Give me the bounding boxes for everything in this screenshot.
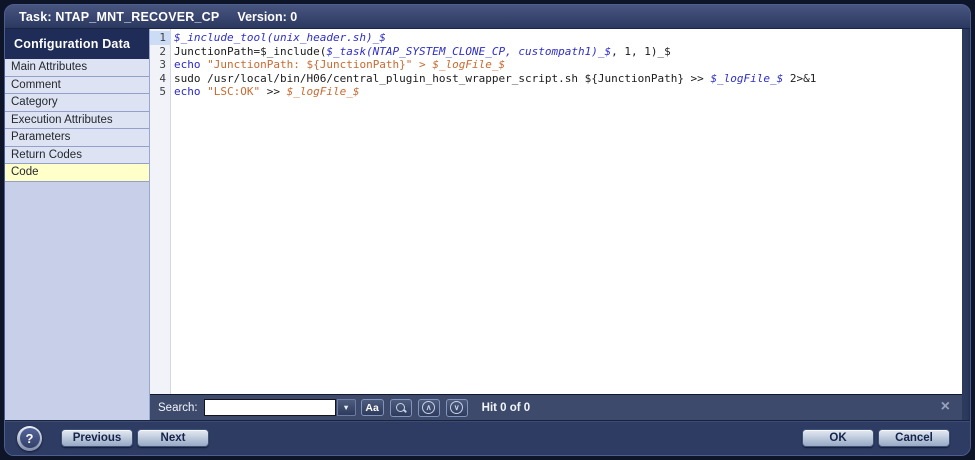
configuration-sidebar: Configuration Data Main Attributes Commen… bbox=[5, 29, 150, 420]
line-number: 1 bbox=[150, 31, 171, 45]
sidebar-menu: Main Attributes Comment Category Execution … bbox=[5, 59, 149, 182]
find-next-button[interactable]: ∨ bbox=[445, 398, 468, 417]
chevron-down-icon: ▼ bbox=[342, 403, 350, 412]
ok-button[interactable]: OK bbox=[802, 429, 874, 447]
previous-button[interactable]: Previous bbox=[61, 429, 133, 447]
hit-count-label: Hit 0 of 0 bbox=[481, 401, 531, 414]
cancel-button[interactable]: Cancel bbox=[878, 429, 950, 447]
sidebar-item-return-codes[interactable]: Return Codes bbox=[5, 146, 149, 164]
task-editor-window: Task: NTAP_MNT_RECOVER_CP Version: 0 Con… bbox=[4, 4, 971, 456]
code-editor[interactable]: 1 $_include_tool(unix_header.sh)_$ 2 Juncti… bbox=[150, 29, 962, 394]
code-line[interactable]: 3 echo "JunctionPath: ${JunctionPath}" > … bbox=[150, 58, 962, 72]
line-number: 3 bbox=[159, 58, 166, 71]
line-number: 4 bbox=[159, 71, 166, 85]
window-title: Task: NTAP_MNT_RECOVER_CP bbox=[19, 9, 220, 24]
help-button[interactable]: ? bbox=[17, 425, 42, 451]
search-label: Search: bbox=[158, 401, 198, 414]
search-input[interactable] bbox=[203, 399, 336, 416]
arrow-up-circle-icon: ∧ bbox=[422, 401, 436, 414]
code-line[interactable]: 2 JunctionPath=$_include($_task(NTAP_SYST… bbox=[150, 45, 962, 59]
sidebar-item-category[interactable]: Category bbox=[5, 94, 149, 112]
sidebar-item-execution-attributes[interactable]: Execution Attributes bbox=[5, 111, 149, 129]
footer-bar: ? Previous Next OK Cancel bbox=[5, 420, 970, 455]
match-case-icon: Aa bbox=[365, 401, 379, 414]
code-line[interactable]: 5 echo "LSC:OK" >> $_logFile_$ bbox=[150, 85, 962, 99]
code-text: echo "LSC:OK" >> $_logFile_$ bbox=[174, 85, 360, 98]
code-text: sudo /usr/local/bin/H06/central_plugin_h… bbox=[174, 71, 817, 85]
sidebar-item-main-attributes[interactable]: Main Attributes bbox=[5, 59, 149, 77]
sidebar-header: Configuration Data bbox=[5, 29, 149, 59]
match-case-button[interactable]: Aa bbox=[360, 399, 384, 416]
arrow-down-circle-icon: ∨ bbox=[450, 401, 464, 414]
code-text: echo "JunctionPath: ${JunctionPath}" > $… bbox=[174, 58, 506, 71]
line-number: 5 bbox=[159, 85, 166, 98]
main-panel: 1 $_include_tool(unix_header.sh)_$ 2 Juncti… bbox=[150, 29, 970, 420]
code-text: $_include_tool(unix_header.sh)_$ bbox=[174, 31, 386, 44]
code-lines-container: 1 $_include_tool(unix_header.sh)_$ 2 Juncti… bbox=[150, 31, 962, 99]
sidebar-item-comment[interactable]: Comment bbox=[5, 76, 149, 94]
sidebar-item-parameters[interactable]: Parameters bbox=[5, 129, 149, 147]
next-button[interactable]: Next bbox=[137, 429, 209, 447]
version-label: Version: 0 bbox=[237, 9, 298, 24]
close-search-icon[interactable]: × bbox=[941, 399, 950, 415]
content-area: Configuration Data Main Attributes Commen… bbox=[5, 29, 970, 420]
question-mark-icon: ? bbox=[19, 428, 40, 448]
find-previous-button[interactable]: ∧ bbox=[417, 398, 440, 417]
search-history-dropdown-button[interactable]: ▼ bbox=[336, 399, 356, 416]
code-text: JunctionPath=$_include($_task(NTAP_SYSTE… bbox=[174, 44, 671, 58]
sidebar-item-code[interactable]: Code bbox=[5, 164, 149, 182]
search-icon bbox=[395, 402, 407, 414]
title-bar: Task: NTAP_MNT_RECOVER_CP Version: 0 bbox=[5, 5, 970, 29]
code-line[interactable]: 4 sudo /usr/local/bin/H06/central_plugin_… bbox=[150, 72, 962, 86]
code-line[interactable]: 1 $_include_tool(unix_header.sh)_$ bbox=[150, 31, 962, 45]
search-toolbar: Search: ▼ Aa ∧ ∨ Hit 0 of 0 × bbox=[150, 394, 962, 420]
line-number: 2 bbox=[159, 44, 166, 58]
find-button[interactable] bbox=[389, 398, 412, 417]
